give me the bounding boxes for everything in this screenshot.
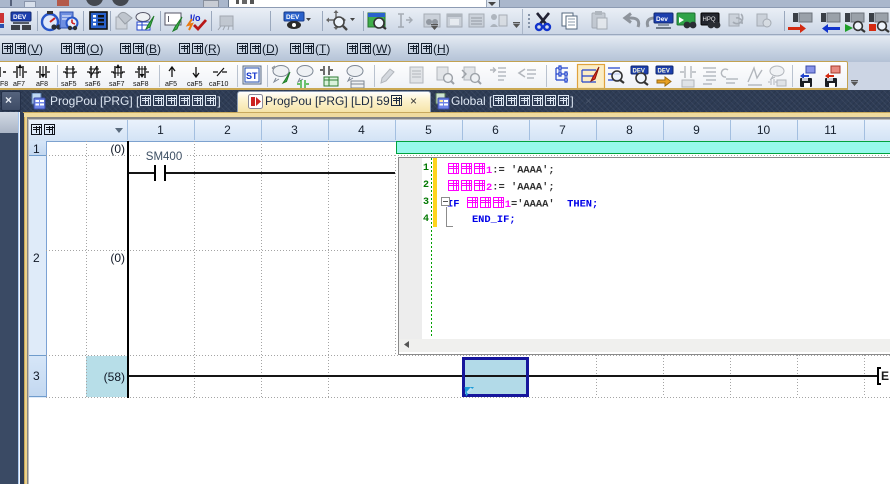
svg-text:HPQ: HPQ <box>703 17 716 23</box>
svg-text:I: I <box>168 15 170 24</box>
svg-text:saF7: saF7 <box>109 81 125 88</box>
svg-text:saF8: saF8 <box>133 81 149 88</box>
svg-text:aF7: aF7 <box>13 81 25 88</box>
svg-text:F8: F8 <box>0 81 8 88</box>
svg-text:Dev: Dev <box>656 16 668 23</box>
svg-text:I/o: I/o <box>190 13 201 23</box>
svg-text:caF5: caF5 <box>187 81 203 88</box>
svg-text:aF5: aF5 <box>165 81 177 88</box>
svg-text:saF6: saF6 <box>85 81 101 88</box>
svg-text:saF5: saF5 <box>61 81 77 88</box>
svg-text:DEV: DEV <box>13 14 27 21</box>
svg-text:DEV: DEV <box>658 69 670 75</box>
svg-text:aF8: aF8 <box>36 81 48 88</box>
svg-text:ST: ST <box>246 71 258 81</box>
svg-text:caF10: caF10 <box>209 81 229 88</box>
svg-text:DEV: DEV <box>286 14 300 21</box>
